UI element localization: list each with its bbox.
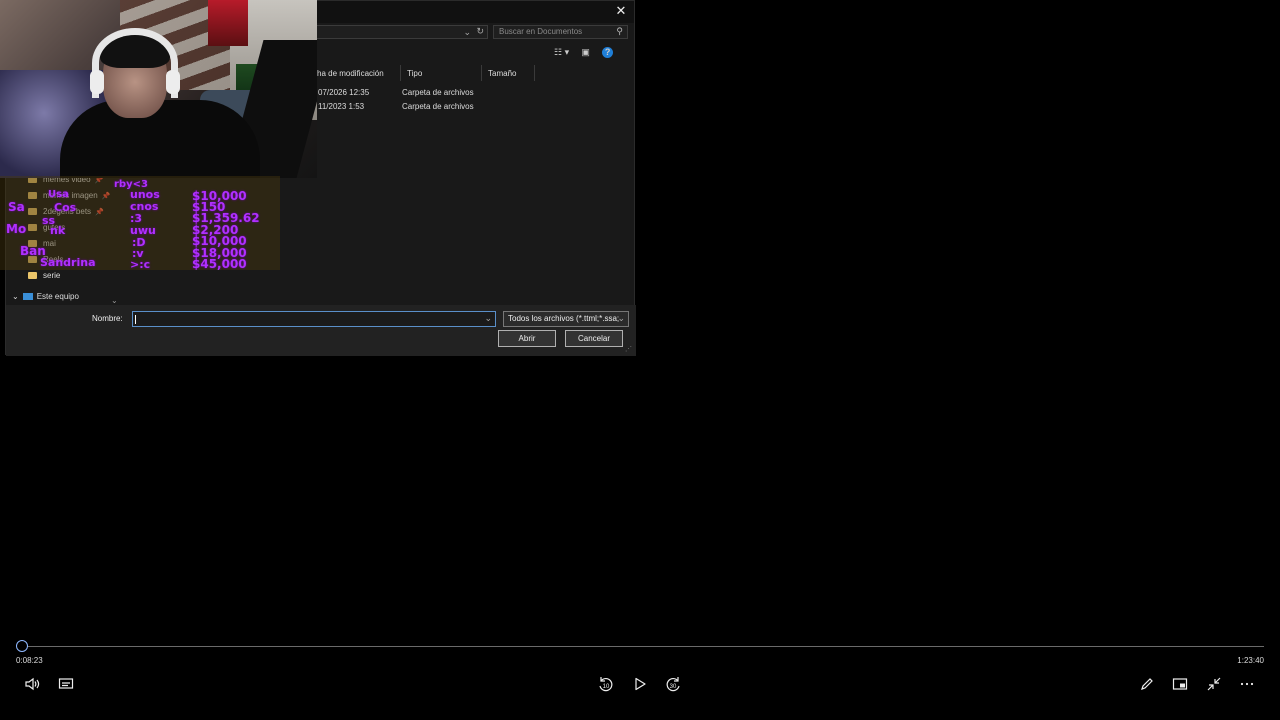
search-placeholder: Buscar en Documentos: [499, 27, 583, 36]
chevron-down-icon[interactable]: ⌄: [463, 27, 471, 38]
skip-forward-button[interactable]: 30: [663, 674, 683, 694]
filename-input[interactable]: ⌄: [132, 311, 496, 327]
close-icon[interactable]: ✕: [614, 4, 628, 18]
skip-back-button[interactable]: 10: [596, 674, 616, 694]
row-type: Carpeta de archivos: [402, 88, 474, 97]
folder-icon: [28, 272, 37, 280]
miniplayer-icon: [1172, 678, 1188, 690]
overlay-amount: $45,000: [192, 257, 247, 270]
search-input[interactable]: Buscar en Documentos ⚲: [493, 25, 628, 39]
filetype-value: Todos los archivos (*.ttml;*.ssa;: [508, 314, 620, 323]
overlay-text: nk: [50, 224, 66, 237]
sidebar-item-this-pc[interactable]: ⌄ Este equipo: [12, 292, 79, 301]
chevron-down-icon[interactable]: ⌄: [617, 313, 625, 324]
overlay-emote: >:c: [130, 258, 151, 270]
row-date: 07/2026 12:35: [318, 88, 370, 97]
sidebar-item-label: serie: [43, 271, 61, 280]
overlay-text: Usa: [48, 189, 69, 200]
column-separator[interactable]: [400, 65, 401, 81]
seek-thumb[interactable]: [16, 640, 28, 652]
total-time: 1:23:40: [1237, 656, 1264, 665]
view-options-icon[interactable]: ☷ ▾: [554, 47, 569, 58]
webcam-overlay: [0, 0, 317, 178]
exit-fullscreen-button[interactable]: [1204, 674, 1224, 694]
chevron-down-icon[interactable]: ⌄: [12, 292, 19, 301]
donation-overlay: rby<3 Usa Sa Cos ss Mo nk Ban Sandrina u…: [0, 176, 280, 270]
skip-forward-label: 30: [670, 684, 677, 690]
person-body: [60, 100, 260, 178]
red-object: [208, 0, 248, 46]
row-date: 11/2023 1:53: [318, 102, 365, 111]
miniplayer-button[interactable]: [1170, 674, 1190, 694]
more-options-button[interactable]: [1237, 674, 1257, 694]
resize-grip-icon[interactable]: ⋰: [625, 345, 632, 353]
overlay-text: Cos: [54, 201, 77, 214]
column-headers: ha de modificación Tipo Tamaño: [316, 65, 626, 83]
help-icon[interactable]: ?: [602, 47, 614, 58]
column-size[interactable]: Tamaño: [488, 69, 516, 81]
headphone-cup: [90, 70, 104, 94]
overlay-text: Mo: [6, 222, 27, 236]
more-icon: [1240, 682, 1254, 686]
elapsed-time: 0:08:23: [16, 656, 43, 665]
filetype-select[interactable]: Todos los archivos (*.ttml;*.ssa; ⌄: [503, 311, 629, 327]
cancel-button[interactable]: Cancelar: [565, 330, 623, 347]
column-type[interactable]: Tipo: [407, 69, 422, 81]
rewind-10-icon: 10: [599, 677, 613, 692]
scroll-down-icon[interactable]: ⌄: [111, 296, 118, 305]
column-separator[interactable]: [481, 65, 482, 81]
exit-fullscreen-icon: [1207, 677, 1221, 691]
edit-button[interactable]: [1137, 674, 1157, 694]
forward-30-icon: 30: [666, 677, 680, 692]
column-separator[interactable]: [534, 65, 535, 81]
subtitles-icon: [58, 678, 74, 689]
play-button[interactable]: [630, 674, 650, 694]
seek-bar[interactable]: [22, 646, 1264, 647]
open-button[interactable]: Abrir: [498, 330, 556, 347]
play-icon: [635, 677, 646, 691]
refresh-icon[interactable]: ↻: [476, 26, 484, 37]
file-row[interactable]: 11/2023 1:53 Carpeta de archivos: [318, 102, 618, 114]
sidebar-item-label: Este equipo: [36, 292, 79, 301]
pencil-icon: [1141, 678, 1153, 690]
row-type: Carpeta de archivos: [402, 102, 474, 111]
subtitles-button[interactable]: [56, 674, 76, 694]
view-toolbar: ☷ ▾ ▣ ?: [554, 47, 623, 61]
column-date[interactable]: ha de modificación: [317, 69, 384, 81]
skip-back-label: 10: [603, 684, 610, 690]
overlay-text: Sandrina: [40, 256, 96, 269]
computer-icon: [22, 293, 33, 301]
sidebar-item[interactable]: serie: [28, 271, 60, 285]
text-caret: [135, 315, 136, 324]
filename-label: Nombre:: [92, 314, 123, 323]
file-row[interactable]: 07/2026 12:35 Carpeta de archivos: [318, 88, 618, 100]
preview-pane-icon[interactable]: ▣: [581, 47, 590, 58]
volume-icon: [25, 677, 40, 691]
chevron-down-icon[interactable]: ⌄: [484, 313, 492, 324]
search-icon[interactable]: ⚲: [616, 26, 623, 37]
headphone-cup: [166, 70, 180, 94]
volume-button[interactable]: [22, 674, 42, 694]
overlay-text: Sa: [8, 200, 25, 214]
